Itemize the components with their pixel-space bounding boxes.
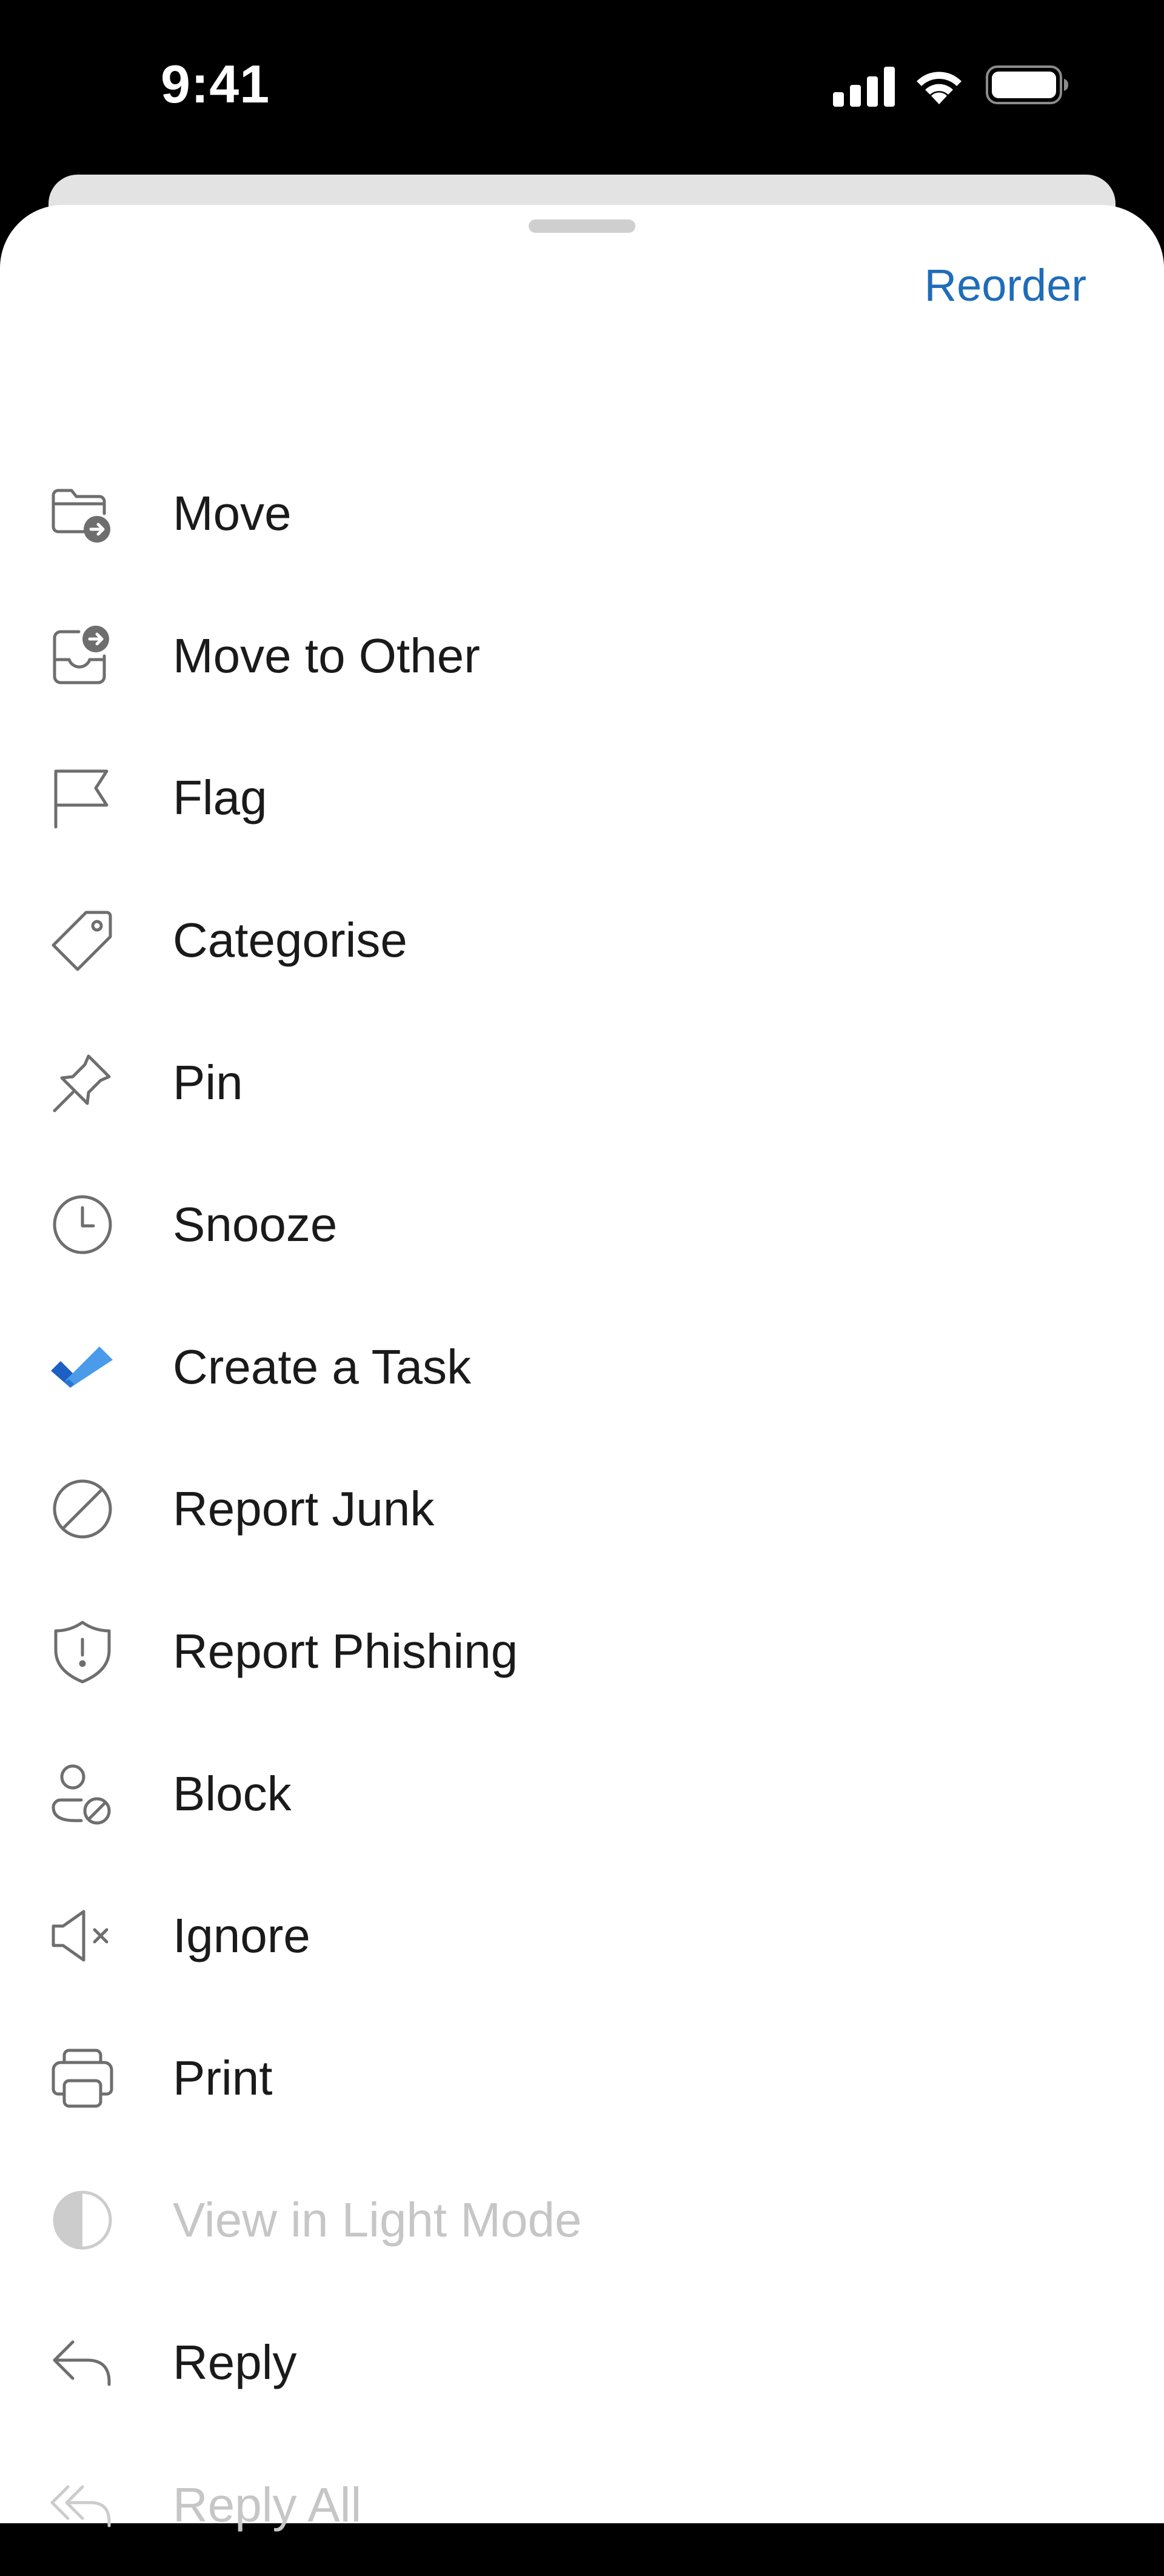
cellular-signal-icon — [833, 65, 897, 107]
menu-item-label: Pin — [173, 1055, 243, 1109]
prohibited-icon — [48, 1475, 116, 1543]
sheet-grabber[interactable] — [529, 219, 635, 233]
pin-icon — [48, 1049, 116, 1117]
printer-icon — [48, 2044, 116, 2112]
menu-item-label: Categorise — [173, 913, 407, 968]
menu-item-block[interactable]: Block — [0, 1722, 1164, 1865]
speaker-mute-icon — [48, 1902, 116, 1970]
reply-icon — [48, 2329, 116, 2397]
menu-item-report-junk[interactable]: Report Junk — [0, 1438, 1164, 1581]
menu-item-label: Snooze — [173, 1197, 338, 1252]
actions-menu: Move Move to Other Flag Categorise Pin S… — [0, 443, 1164, 2576]
menu-item-snooze[interactable]: Snooze — [0, 1154, 1164, 1296]
menu-item-label: Block — [173, 1766, 292, 1821]
menu-item-label: Print — [173, 2050, 273, 2105]
menu-item-move[interactable]: Move — [0, 443, 1164, 585]
todo-check-icon — [48, 1333, 116, 1401]
inbox-move-icon — [48, 622, 116, 690]
menu-item-label: Reply — [173, 2335, 297, 2390]
menu-item-label: View in Light Mode — [173, 2193, 582, 2247]
menu-item-move-to-other[interactable]: Move to Other — [0, 585, 1164, 728]
menu-item-create-task[interactable]: Create a Task — [0, 1296, 1164, 1439]
battery-icon — [986, 65, 1069, 104]
menu-item-reply[interactable]: Reply — [0, 2292, 1164, 2434]
menu-item-flag[interactable]: Flag — [0, 727, 1164, 869]
contrast-icon — [48, 2186, 116, 2254]
menu-item-print[interactable]: Print — [0, 2007, 1164, 2150]
status-icons — [833, 65, 1069, 107]
wifi-icon — [913, 64, 965, 105]
status-bar: 9:41 — [0, 0, 1164, 176]
menu-item-label: Ignore — [173, 1909, 310, 1963]
menu-item-label: Move — [173, 486, 292, 541]
status-time: 9:41 — [161, 54, 270, 114]
reorder-button[interactable]: Reorder — [925, 259, 1086, 311]
menu-item-ignore[interactable]: Ignore — [0, 1865, 1164, 2007]
reply-all-icon — [48, 2471, 116, 2539]
menu-item-label: Flag — [173, 771, 267, 825]
menu-item-label: Reply All — [173, 2477, 362, 2532]
flag-icon — [48, 764, 116, 832]
menu-item-label: Create a Task — [173, 1339, 472, 1394]
shield-alert-icon — [48, 1618, 116, 1685]
menu-item-report-phishing[interactable]: Report Phishing — [0, 1581, 1164, 1723]
menu-item-label: Report Phishing — [173, 1624, 518, 1679]
menu-item-pin[interactable]: Pin — [0, 1011, 1164, 1154]
menu-item-label: Report Junk — [173, 1482, 435, 1536]
actions-sheet: Reorder Move Move to Other Flag Categori… — [0, 205, 1164, 2532]
menu-item-view-light-mode[interactable]: View in Light Mode — [0, 2149, 1164, 2292]
menu-item-reply-all[interactable]: Reply All — [0, 2434, 1164, 2576]
person-block-icon — [48, 1760, 116, 1828]
menu-item-label: Move to Other — [173, 628, 480, 683]
menu-item-categorise[interactable]: Categorise — [0, 869, 1164, 1012]
clock-icon — [48, 1191, 116, 1259]
tag-icon — [48, 906, 116, 974]
folder-move-icon — [48, 480, 116, 547]
